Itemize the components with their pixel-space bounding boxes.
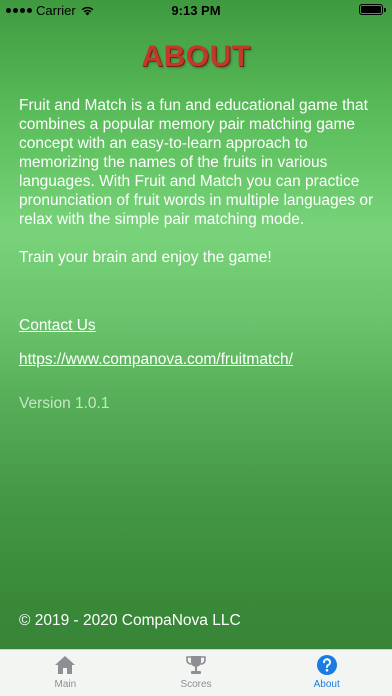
battery-icon xyxy=(359,4,386,15)
about-content: Fruit and Match is a fun and educational… xyxy=(19,96,378,267)
tagline-paragraph: Train your brain and enjoy the game! xyxy=(19,249,272,266)
tab-main[interactable]: Main xyxy=(0,650,131,696)
status-time: 9:13 PM xyxy=(171,3,221,18)
description-paragraph: Fruit and Match is a fun and educational… xyxy=(19,97,374,228)
tab-bar: Main Scores About xyxy=(0,649,392,696)
tab-main-label: Main xyxy=(54,679,77,690)
version-label: Version 1.0.1 xyxy=(19,395,110,412)
home-icon xyxy=(54,654,76,676)
status-bar: Carrier 9:13 PM xyxy=(0,0,392,22)
tab-scores-label: Scores xyxy=(180,679,212,690)
page-title: ABOUT xyxy=(141,40,251,73)
tab-about[interactable]: About xyxy=(261,650,392,696)
tab-scores[interactable]: Scores xyxy=(131,650,262,696)
contact-us-link[interactable]: Contact Us xyxy=(19,317,96,335)
tab-about-label: About xyxy=(313,679,340,690)
question-icon xyxy=(316,654,338,676)
trophy-icon xyxy=(185,654,207,676)
copyright-label: © 2019 - 2020 CompaNova LLC xyxy=(19,612,241,629)
website-link[interactable]: https://www.companova.com/fruitmatch/ xyxy=(19,351,293,369)
